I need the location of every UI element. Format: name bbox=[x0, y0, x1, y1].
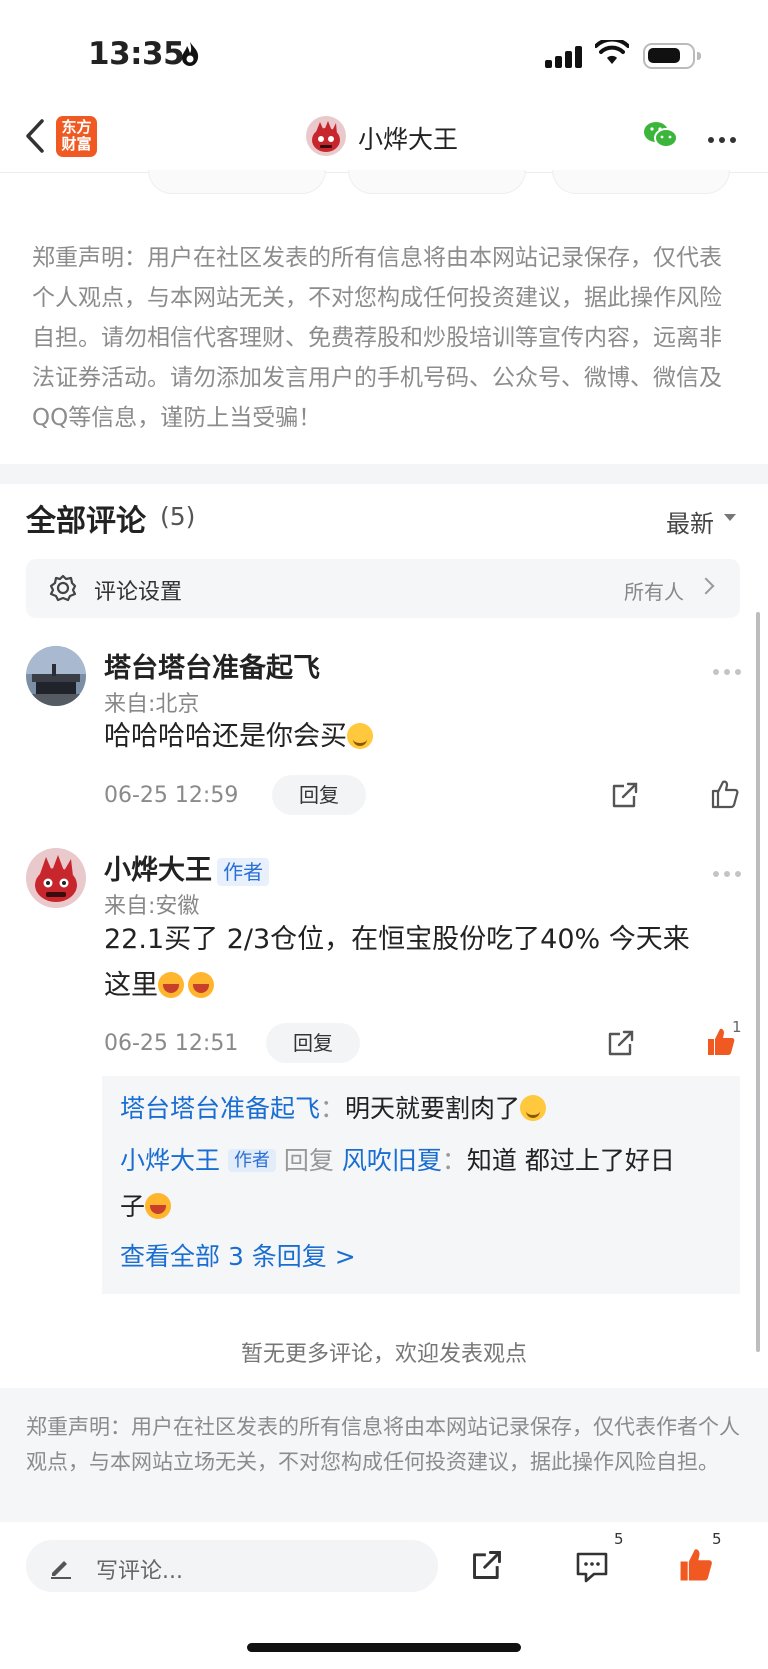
comments-count: (5) bbox=[160, 502, 196, 531]
reply-button[interactable]: 回复 bbox=[272, 775, 366, 815]
more-options-icon[interactable] bbox=[708, 128, 741, 147]
share-icon[interactable] bbox=[610, 780, 640, 810]
tab-pill bbox=[552, 170, 730, 194]
gear-icon bbox=[49, 574, 77, 602]
comment-icon[interactable] bbox=[574, 1550, 610, 1584]
thinking-emoji-icon bbox=[520, 1095, 547, 1121]
share-icon[interactable] bbox=[470, 1548, 504, 1582]
reply-username[interactable]: 塔台塔台准备起飞 bbox=[120, 1094, 320, 1123]
tab-pill bbox=[148, 170, 326, 194]
reply-item: 塔台塔台准备起飞：明天就要割肉了 bbox=[120, 1086, 547, 1132]
like-count: 5 bbox=[712, 1530, 722, 1548]
author-avatar[interactable] bbox=[306, 116, 346, 156]
status-time: 13:35 bbox=[88, 36, 185, 72]
comment-header: 小烨大王 作者 bbox=[104, 848, 270, 887]
reply-line2: 子 bbox=[120, 1184, 730, 1230]
reply-word: 回复 bbox=[283, 1146, 334, 1175]
laughing-emoji-icon bbox=[158, 972, 184, 998]
reply-item: 小烨大王 作者 回复 风吹旧夏：知道 都过上了好日 子 bbox=[120, 1138, 730, 1230]
reply-text: 明天就要割肉了 bbox=[345, 1094, 521, 1123]
comment-username[interactable]: 小烨大王 bbox=[104, 855, 212, 886]
battery-icon bbox=[643, 43, 701, 69]
comment-date: 06-25 12:59 bbox=[104, 783, 239, 808]
thinking-emoji-icon bbox=[347, 723, 373, 749]
comment-more-icon[interactable] bbox=[713, 660, 746, 679]
back-chevron-icon[interactable] bbox=[22, 118, 48, 154]
avatar[interactable] bbox=[26, 646, 86, 706]
flame-icon bbox=[182, 42, 199, 66]
laughing-emoji-icon bbox=[145, 1193, 172, 1219]
write-comment-placeholder: 写评论... bbox=[96, 1559, 183, 1584]
comment-more-icon[interactable] bbox=[713, 862, 746, 881]
chevron-right-icon bbox=[697, 577, 715, 595]
page-title: 小烨大王 bbox=[358, 125, 459, 154]
wifi-icon bbox=[595, 40, 629, 64]
sort-dropdown[interactable]: 最新 bbox=[666, 504, 714, 539]
reply-separator: ： bbox=[320, 1094, 346, 1123]
avatar[interactable] bbox=[26, 848, 86, 908]
tab-pill bbox=[348, 170, 526, 194]
section-divider bbox=[0, 464, 768, 484]
disclaimer-bottom: 郑重声明：用户在社区发表的所有信息将由本网站记录保存，仅代表作者个人观点，与本网… bbox=[0, 1388, 768, 1522]
disclaimer-text: 郑重声明：用户在社区发表的所有信息将由本网站记录保存，仅代表个人观点，与本网站无… bbox=[32, 245, 722, 431]
reply-text-part2: 子 bbox=[120, 1192, 146, 1221]
logo-line1: 东方 bbox=[61, 118, 92, 136]
comment-text-line2: 这里 bbox=[104, 970, 158, 1001]
view-all-replies-link[interactable]: 查看全部 3 条回复 > bbox=[120, 1234, 356, 1280]
comment-date: 06-25 12:51 bbox=[104, 1031, 239, 1056]
comment-settings-value: 所有人 bbox=[624, 580, 684, 604]
comment-username[interactable]: 塔台塔台准备起飞 bbox=[104, 646, 320, 685]
reply-button[interactable]: 回复 bbox=[266, 1023, 360, 1063]
eastmoney-logo: 东方 财富 bbox=[56, 116, 97, 157]
comment-text: 哈哈哈哈还是你会买 bbox=[104, 714, 373, 760]
comment-text-line2-wrap: 这里 bbox=[104, 963, 744, 1009]
reply-line1: 小烨大王 作者 回复 风吹旧夏：知道 都过上了好日 bbox=[120, 1138, 730, 1184]
wechat-share-icon[interactable] bbox=[643, 120, 679, 150]
logo-line2: 财富 bbox=[61, 135, 92, 153]
reply-separator: ： bbox=[441, 1146, 467, 1175]
comment-settings-label: 评论设置 bbox=[94, 580, 183, 605]
reply-username[interactable]: 小烨大王 bbox=[120, 1146, 220, 1175]
write-comment-input[interactable]: 写评论... bbox=[26, 1540, 438, 1592]
scrollbar[interactable] bbox=[756, 612, 760, 1352]
reply-target-user[interactable]: 风吹旧夏 bbox=[342, 1146, 442, 1175]
comments-title: 全部评论 bbox=[26, 504, 146, 539]
dropdown-arrow-icon[interactable] bbox=[724, 514, 736, 521]
comment-text-body: 哈哈哈哈还是你会买 bbox=[104, 721, 347, 752]
reply-thread: 塔台塔台准备起飞：明天就要割肉了 小烨大王 作者 回复 风吹旧夏：知道 都过上了… bbox=[102, 1076, 740, 1294]
like-icon[interactable] bbox=[710, 778, 740, 810]
like-icon-active[interactable] bbox=[678, 1546, 714, 1584]
comment-text: 22.1买了 2/3仓位，在恒宝股份吃了40% 今天来 这里 bbox=[104, 917, 744, 1009]
like-count: 1 bbox=[732, 1018, 742, 1036]
no-more-comments: 暂无更多评论，欢迎发表观点 bbox=[240, 1342, 527, 1367]
reply-text-part1: 知道 都过上了好日 bbox=[466, 1146, 675, 1175]
pencil-icon bbox=[51, 1561, 71, 1579]
comment-count: 5 bbox=[614, 1530, 624, 1548]
cellular-signal-icon bbox=[545, 46, 585, 68]
home-indicator[interactable] bbox=[247, 1643, 521, 1652]
share-icon[interactable] bbox=[606, 1028, 636, 1058]
comment-location: 来自:安徽 bbox=[104, 894, 200, 919]
author-badge: 作者 bbox=[217, 858, 270, 886]
author-badge: 作者 bbox=[227, 1149, 276, 1172]
disclaimer-bottom-text: 郑重声明：用户在社区发表的所有信息将由本网站记录保存，仅代表作者个人观点，与本网… bbox=[26, 1415, 740, 1474]
laughing-emoji-icon bbox=[188, 972, 214, 998]
comment-settings-row[interactable]: 评论设置 所有人 bbox=[26, 559, 740, 618]
comment-text-line1: 22.1买了 2/3仓位，在恒宝股份吃了40% 今天来 bbox=[104, 924, 690, 955]
